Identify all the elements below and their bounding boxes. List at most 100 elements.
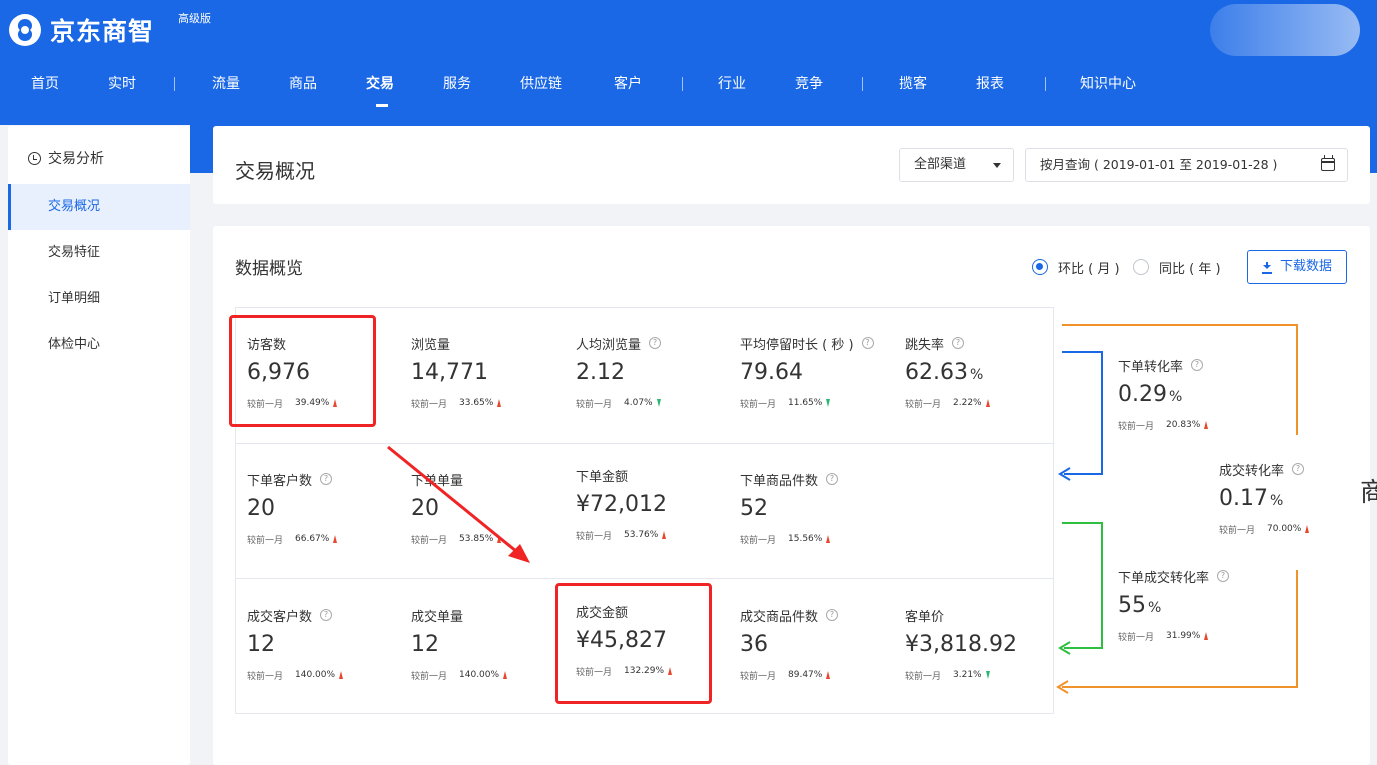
metric-deal-items: 成交商品件数? 36 较前一月 89.47%	[740, 606, 900, 682]
compare-percent: 11.65%	[788, 398, 823, 408]
nav-item-3[interactable]: 商品	[289, 74, 317, 94]
compare-prefix: 较前一月	[1219, 525, 1256, 536]
download-data-button[interactable]: 下载数据	[1247, 250, 1347, 284]
metric-compare: 较前一月 70.00%	[1219, 522, 1377, 536]
metric-compare: 较前一月 31.99%	[1118, 629, 1288, 643]
nav-item-8[interactable]: 行业	[718, 74, 746, 94]
sidebar: 交易分析 交易概况 交易特征 订单明细 体检中心	[8, 126, 190, 765]
brand-logo[interactable]: 京东商智	[8, 12, 154, 48]
radio-month-compare[interactable]	[1032, 259, 1048, 275]
compare-percent: 70.00%	[1267, 524, 1302, 534]
metric-value: 55%	[1118, 593, 1288, 621]
compare-percent: 33.65%	[459, 398, 494, 408]
help-icon[interactable]: ?	[1191, 359, 1204, 371]
sidebar-item-order-details[interactable]: 订单明细	[8, 276, 190, 322]
metric-label: 成交商品件数?	[740, 606, 900, 625]
help-icon[interactable]: ?	[826, 609, 839, 621]
metric-label-text: 成交客户数	[247, 609, 313, 625]
blurred-user-area	[1210, 4, 1360, 56]
date-range-picker[interactable]: 按月查询 ( 2019-01-01 至 2019-01-28 )	[1025, 148, 1348, 182]
compare-prefix: 较前一月	[247, 671, 284, 682]
nav-item-9[interactable]: 竞争	[795, 74, 823, 94]
metric-compare: 较前一月 53.85%	[411, 532, 571, 546]
help-icon[interactable]: ?	[320, 473, 333, 485]
metric-label-text: 下单成交转化率	[1118, 570, 1210, 586]
compare-percent: 20.83%	[1166, 420, 1201, 430]
metric-order-conversion: 下单转化率? 0.29% 较前一月 20.83%	[1118, 356, 1288, 432]
nav-item-4[interactable]: 交易	[366, 74, 394, 94]
nav-item-6[interactable]: 供应链	[520, 74, 562, 94]
sidebar-item-features[interactable]: 交易特征	[8, 230, 190, 276]
calendar-icon	[1321, 155, 1335, 171]
compare-prefix: 较前一月	[411, 535, 448, 546]
metric-value-text: 36	[740, 632, 768, 657]
nav-item-1[interactable]: 实时	[108, 74, 136, 94]
metric-compare: 较前一月 140.00%	[247, 668, 407, 682]
sidebar-section-header[interactable]: 交易分析	[28, 148, 104, 168]
nav-item-5[interactable]: 服务	[443, 74, 471, 94]
metric-deal-conversion: 成交转化率? 0.17% 较前一月 70.00%	[1219, 460, 1377, 536]
metric-label: 下单金额	[576, 466, 736, 485]
metric-label: 成交转化率?	[1219, 460, 1377, 479]
compare-percent: 31.99%	[1166, 631, 1201, 641]
logo-icon	[8, 13, 42, 47]
help-icon[interactable]: ?	[649, 337, 662, 349]
nav-item-12[interactable]: 知识中心	[1080, 74, 1136, 94]
metric-value: 20	[247, 496, 407, 524]
metric-value-text: 0.29	[1118, 382, 1167, 407]
metric-order-amount: 下单金额 ¥72,012 较前一月 53.76%	[576, 466, 736, 542]
metric-label: 下单商品件数?	[740, 470, 900, 489]
top-header: 京东商智 高级版 首页 实时 流量 商品 交易 服务 供应链 客户 行业 竞争 揽客 报表 知识中心	[0, 0, 1377, 125]
sidebar-item-checkup[interactable]: 体检中心	[8, 322, 190, 368]
metric-compare: 较前一月 66.67%	[247, 532, 407, 546]
help-icon[interactable]: ?	[952, 337, 965, 349]
active-tab-indicator	[376, 104, 388, 107]
chevron-down-icon	[993, 163, 1001, 168]
arrow-up-icon	[1204, 421, 1209, 429]
compare-prefix: 较前一月	[411, 399, 448, 410]
metric-compare: 较前一月 20.83%	[1118, 418, 1288, 432]
compare-percent: 140.00%	[459, 670, 500, 680]
nav-item-2[interactable]: 流量	[212, 74, 240, 94]
arrow-up-icon	[339, 671, 344, 679]
metric-value-text: 55	[1118, 593, 1146, 618]
metric-compare: 较前一月 3.21%	[905, 668, 1065, 682]
radio-year-compare[interactable]	[1133, 259, 1149, 275]
nav-item-7[interactable]: 客户	[614, 74, 642, 94]
arrow-up-icon	[985, 399, 990, 407]
arrow-up-icon	[503, 671, 508, 679]
radio-month-label[interactable]: 环比 ( 月 )	[1058, 258, 1120, 277]
metric-label-text: 跳失率	[905, 337, 945, 353]
sidebar-item-label: 订单明细	[48, 291, 101, 306]
nav-item-0[interactable]: 首页	[31, 74, 59, 94]
metric-value: 14,771	[411, 360, 571, 388]
nav-item-10[interactable]: 揽客	[899, 74, 927, 94]
metric-label: 客单价	[905, 606, 1065, 625]
nav-item-11[interactable]: 报表	[976, 74, 1004, 94]
metric-label-text: 平均停留时长 ( 秒 )	[740, 337, 854, 353]
metric-compare: 较前一月 11.65%	[740, 396, 900, 410]
metric-unit: %	[1168, 389, 1183, 405]
metric-value: 62.63%	[905, 360, 1065, 388]
metric-value: 2.12	[576, 360, 736, 388]
sidebar-item-overview[interactable]: 交易概况	[8, 184, 190, 230]
metric-compare: 较前一月 140.00%	[411, 668, 571, 682]
date-range-value: 按月查询 ( 2019-01-01 至 2019-01-28 )	[1040, 157, 1278, 172]
channel-select[interactable]: 全部渠道	[899, 148, 1014, 182]
compare-prefix: 较前一月	[905, 671, 942, 682]
metric-unit: %	[1148, 600, 1162, 616]
metric-value-text: 0.17	[1219, 486, 1268, 511]
help-icon[interactable]: ?	[826, 473, 839, 485]
help-icon[interactable]: ?	[1292, 463, 1305, 475]
radio-year-label[interactable]: 同比 ( 年 )	[1159, 258, 1221, 277]
arrow-up-icon	[333, 535, 338, 543]
help-icon[interactable]: ?	[861, 337, 874, 349]
metric-label-text: 客单价	[905, 609, 945, 625]
help-icon[interactable]: ?	[320, 609, 333, 621]
help-icon[interactable]: ?	[1217, 570, 1230, 582]
metric-value-text: 79.64	[740, 360, 803, 385]
metric-value-text: ¥72,012	[576, 492, 667, 517]
edition-badge: 高级版	[178, 12, 211, 25]
cropped-glyph: 商	[1360, 478, 1377, 508]
metric-label: 人均浏览量?	[576, 334, 736, 353]
